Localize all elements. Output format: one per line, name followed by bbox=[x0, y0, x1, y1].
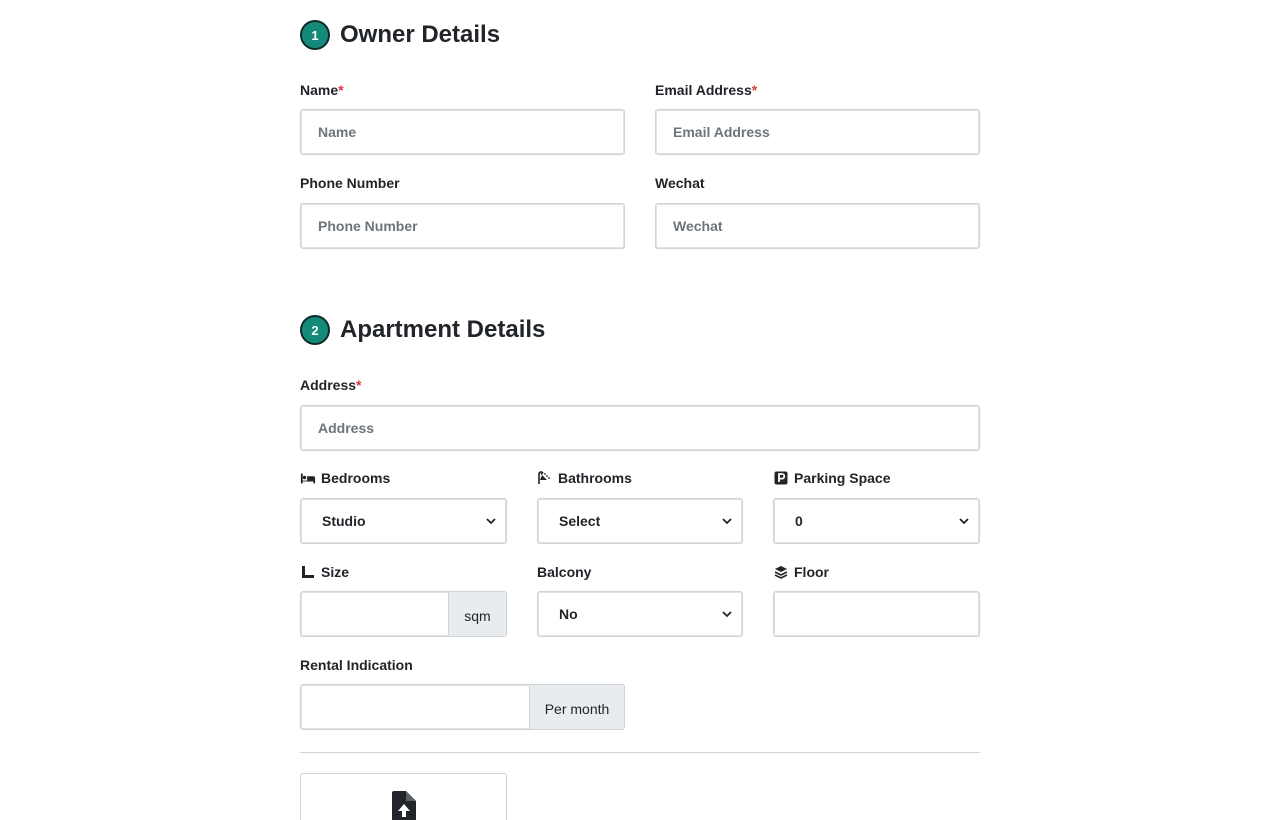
ruler-icon bbox=[302, 566, 314, 578]
email-input[interactable] bbox=[656, 110, 979, 154]
required-marker: * bbox=[338, 82, 344, 98]
parking-value: 0 bbox=[795, 513, 803, 529]
parking-icon bbox=[774, 471, 788, 485]
step-badge-1: 1 bbox=[300, 20, 330, 50]
name-input[interactable] bbox=[301, 110, 624, 154]
rental-input[interactable] bbox=[301, 685, 531, 729]
name-label: Name* bbox=[300, 82, 344, 98]
owner-details-title: Owner Details bbox=[340, 21, 501, 48]
chevron-down-icon bbox=[486, 518, 496, 525]
required-marker: * bbox=[356, 377, 362, 393]
email-field-wrap bbox=[655, 109, 980, 155]
required-marker: * bbox=[751, 82, 758, 98]
size-input[interactable] bbox=[301, 592, 449, 636]
apartment-details-title: Apartment Details bbox=[340, 316, 546, 343]
rental-unit-addon: Per month bbox=[529, 685, 624, 729]
balcony-select[interactable]: No bbox=[537, 591, 743, 637]
bedrooms-value: Studio bbox=[322, 513, 366, 529]
balcony-value: No bbox=[559, 606, 578, 622]
floor-input[interactable] bbox=[774, 592, 979, 636]
bathrooms-select[interactable]: Select bbox=[537, 498, 743, 544]
size-label: Size bbox=[300, 564, 349, 580]
parking-select[interactable]: 0 bbox=[773, 498, 980, 544]
rental-label: Rental Indication bbox=[300, 657, 413, 673]
wechat-input[interactable] bbox=[656, 204, 979, 248]
phone-field-wrap bbox=[300, 203, 625, 249]
section-divider bbox=[300, 752, 980, 753]
rental-field-wrap: Per month bbox=[300, 684, 625, 730]
bed-icon bbox=[300, 473, 316, 484]
address-label: Address* bbox=[300, 377, 362, 393]
floor-field-wrap bbox=[773, 591, 980, 637]
floor-label: Floor bbox=[773, 564, 829, 580]
listing-form: 1 Owner Details Name* Email Address* Pho… bbox=[0, 0, 1280, 820]
bedrooms-select[interactable]: Studio bbox=[300, 498, 507, 544]
address-input[interactable] bbox=[301, 406, 979, 450]
bathrooms-label: Bathrooms bbox=[537, 470, 632, 486]
bathrooms-value: Select bbox=[559, 513, 601, 529]
chevron-down-icon bbox=[959, 518, 969, 525]
phone-label: Phone Number bbox=[300, 175, 400, 191]
step-badge-2: 2 bbox=[300, 315, 330, 345]
shower-icon bbox=[538, 471, 550, 484]
wechat-field-wrap bbox=[655, 203, 980, 249]
chevron-down-icon bbox=[722, 611, 732, 618]
address-field-wrap bbox=[300, 405, 980, 451]
balcony-label: Balcony bbox=[537, 564, 592, 580]
phone-input[interactable] bbox=[301, 204, 624, 248]
name-field-wrap bbox=[300, 109, 625, 155]
size-field-wrap: sqm bbox=[300, 591, 507, 637]
apartment-details-header: 2 Apartment Details bbox=[300, 315, 545, 345]
email-label: Email Address* bbox=[655, 82, 758, 98]
size-unit-addon: sqm bbox=[448, 592, 506, 636]
owner-details-header: 1 Owner Details bbox=[300, 20, 500, 50]
chevron-down-icon bbox=[722, 518, 732, 525]
wechat-label: Wechat bbox=[655, 175, 705, 191]
layers-icon bbox=[774, 566, 788, 579]
parking-label: Parking Space bbox=[773, 470, 891, 486]
file-upload-icon bbox=[391, 791, 416, 820]
file-upload-dropzone[interactable] bbox=[300, 773, 507, 820]
bedrooms-label: Bedrooms bbox=[300, 470, 390, 486]
